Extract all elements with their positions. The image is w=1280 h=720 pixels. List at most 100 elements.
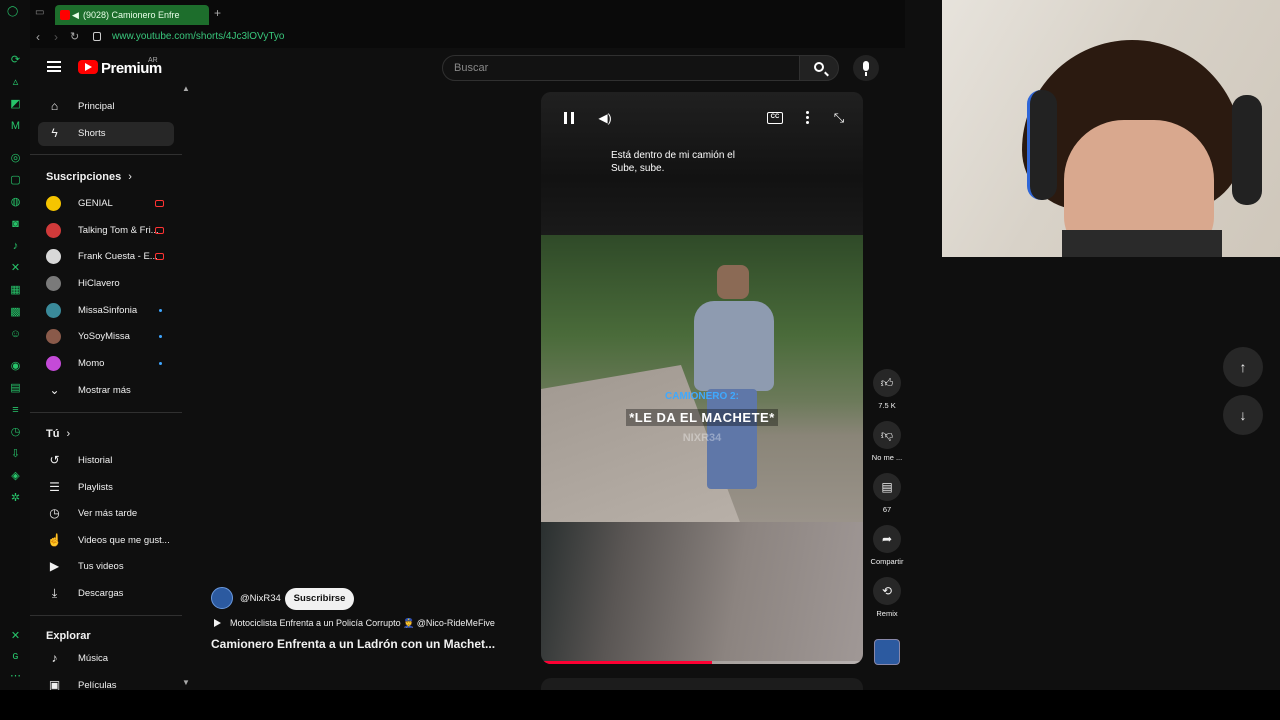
playlists-icon: ☰	[49, 480, 60, 494]
dislike-button[interactable]: 👎︎	[873, 421, 901, 449]
settings-icon[interactable]: ✲	[9, 492, 22, 505]
history-icon[interactable]: ⟳	[9, 54, 22, 67]
channel-avatar[interactable]	[211, 587, 233, 609]
sidebar-item-peliculas[interactable]: ▣ Películas	[38, 674, 174, 690]
downloads-icon[interactable]: ⇩	[9, 448, 22, 461]
apps-icon[interactable]: ▤	[9, 382, 22, 395]
sidebar-item-playlists[interactable]: ☰ Playlists	[38, 476, 174, 500]
reload-icon[interactable]: ↻	[70, 30, 79, 43]
next-short-preview[interactable]	[541, 678, 863, 690]
instagram-icon[interactable]: ◙	[9, 218, 22, 231]
avatar	[46, 356, 61, 371]
more-options-icon[interactable]	[806, 111, 809, 125]
circle-icon[interactable]: ◉	[9, 360, 22, 373]
menu-icon[interactable]	[47, 61, 61, 72]
app-icon[interactable]: ◩	[9, 98, 22, 111]
forward-icon[interactable]: ›	[54, 30, 58, 44]
your-videos-icon: ▶	[49, 559, 60, 573]
opera-gx-icon[interactable]: ◯	[7, 6, 18, 17]
sidebar-item-label: GENIAL	[78, 198, 113, 209]
overlay-text: *LE DA EL MACHETE*	[626, 409, 778, 426]
subscriptions-heading[interactable]: Suscripciones ›	[46, 171, 132, 183]
tab-youtube[interactable]: ◀ (9028) Camionero Enfre	[55, 5, 209, 25]
youtube-logo-icon[interactable]	[78, 60, 98, 74]
sidebar-item-label: Tus videos	[78, 561, 124, 572]
volume-icon[interactable]: ◀)	[596, 109, 614, 127]
subscription-genial[interactable]: GENIAL	[38, 192, 174, 216]
remix-button[interactable]: ⟲	[873, 577, 901, 605]
speaker-icon[interactable]: ◀	[72, 5, 79, 25]
short-video-player[interactable]: Está dentro de mi camión el Sube, sube. …	[541, 92, 863, 664]
person	[689, 265, 779, 505]
comments-button[interactable]: ▤	[873, 473, 901, 501]
scroll-down-icon[interactable]: ▼	[182, 678, 190, 687]
bag-icon[interactable]: ▵	[9, 76, 22, 89]
qr-icon[interactable]: ▩	[9, 306, 22, 319]
pause-icon[interactable]	[564, 112, 574, 124]
whatsapp-icon[interactable]: ◍	[9, 196, 22, 209]
mail-icon[interactable]: M	[9, 120, 22, 133]
short-title[interactable]: Camionero Enfrenta a un Ladrón con un Ma…	[211, 637, 495, 651]
gx-icon[interactable]: ɢ	[9, 650, 22, 663]
avatar	[46, 303, 61, 318]
url-text[interactable]: www.youtube.com/shorts/4Jc3lOVyTyo	[112, 31, 284, 42]
show-more-button[interactable]: ⌄ Mostrar más	[38, 379, 174, 403]
lock-icon	[93, 32, 101, 41]
sidebar-item-label: Descargas	[78, 588, 124, 599]
scroll-up-icon[interactable]: ▲	[182, 84, 190, 93]
x-icon[interactable]: ✕	[9, 262, 22, 275]
avatar	[46, 276, 61, 291]
spotify-icon[interactable]: ◎	[9, 152, 22, 165]
sidebar-item-shorts[interactable]: ϟ Shorts	[38, 122, 174, 146]
fullscreen-icon[interactable]: ⤡	[830, 109, 848, 127]
channel-name[interactable]: @NixR34	[240, 593, 281, 604]
you-heading[interactable]: Tú ›	[46, 428, 70, 440]
tiktok-icon[interactable]: ♪	[9, 240, 22, 253]
captions-icon[interactable]: CC	[767, 112, 783, 124]
sidebar-item-ver-mas-tarde[interactable]: ◷ Ver más tarde	[38, 502, 174, 526]
search-input[interactable]: Buscar	[442, 55, 800, 81]
sound-thumbnail[interactable]	[874, 639, 900, 665]
box-icon[interactable]: ◈	[9, 470, 22, 483]
play-icon	[214, 619, 221, 627]
back-icon[interactable]: ‹	[36, 30, 40, 44]
layers-icon[interactable]: ≡	[9, 404, 22, 417]
subscription-missasinfonia[interactable]: MissaSinfonia	[38, 299, 174, 323]
music-track[interactable]: Motociclista Enfrenta a un Policía Corru…	[214, 618, 495, 629]
twitch-icon[interactable]: ▢	[9, 174, 22, 187]
more-icon[interactable]: ⋯	[9, 670, 22, 683]
video-progress-bar[interactable]	[541, 661, 863, 664]
new-tab-icon[interactable]: +	[214, 6, 221, 20]
search-button[interactable]	[799, 55, 839, 81]
video-scene	[541, 235, 863, 525]
sidebar-item-musica[interactable]: ♪ Música	[38, 647, 174, 671]
progress-fill	[541, 661, 712, 664]
previous-short-button[interactable]: ↑	[1223, 347, 1263, 387]
x-small-icon[interactable]: ✕	[9, 630, 22, 643]
grid-icon[interactable]: ▦	[9, 284, 22, 297]
subscription-yosoymissa[interactable]: YoSoyMissa	[38, 325, 174, 349]
subscription-hiclavero[interactable]: HiClavero	[38, 272, 174, 296]
sidebar-item-principal[interactable]: ⌂ Principal	[38, 95, 174, 119]
voice-search-button[interactable]	[853, 55, 879, 81]
subscription-talking-tom[interactable]: Talking Tom & Fri...	[38, 219, 174, 243]
like-button[interactable]: 👍︎	[873, 369, 901, 397]
sidebar-item-liked-videos[interactable]: ☝ Videos que me gust...	[38, 529, 174, 553]
subscription-frank-cuesta[interactable]: Frank Cuesta - E...	[38, 245, 174, 269]
explore-heading: Explorar	[46, 630, 91, 642]
share-button[interactable]: ➦	[873, 525, 901, 553]
sidebar-item-tus-videos[interactable]: ▶ Tus videos	[38, 555, 174, 579]
sidebar-item-historial[interactable]: ↺ Historial	[38, 449, 174, 473]
sidebar-item-descargas[interactable]: ⤓ Descargas	[38, 582, 174, 606]
address-bar: ‹ › ↻ www.youtube.com/shorts/4Jc3lOVyTyo	[30, 28, 905, 48]
remix-action: ⟲ Remix	[873, 577, 901, 618]
subscribe-button[interactable]: Suscribirse	[285, 588, 354, 610]
track-text: Motociclista Enfrenta a un Policía Corru…	[230, 618, 495, 628]
clock-icon[interactable]: ◷	[9, 426, 22, 439]
avatar	[46, 249, 61, 264]
subscription-momo[interactable]: Momo	[38, 352, 174, 376]
next-short-button[interactable]: ↓	[1223, 395, 1263, 435]
tab-list-icon[interactable]: ▭	[35, 7, 44, 18]
live-icon	[155, 253, 164, 260]
emoji-icon[interactable]: ☺	[9, 328, 22, 341]
